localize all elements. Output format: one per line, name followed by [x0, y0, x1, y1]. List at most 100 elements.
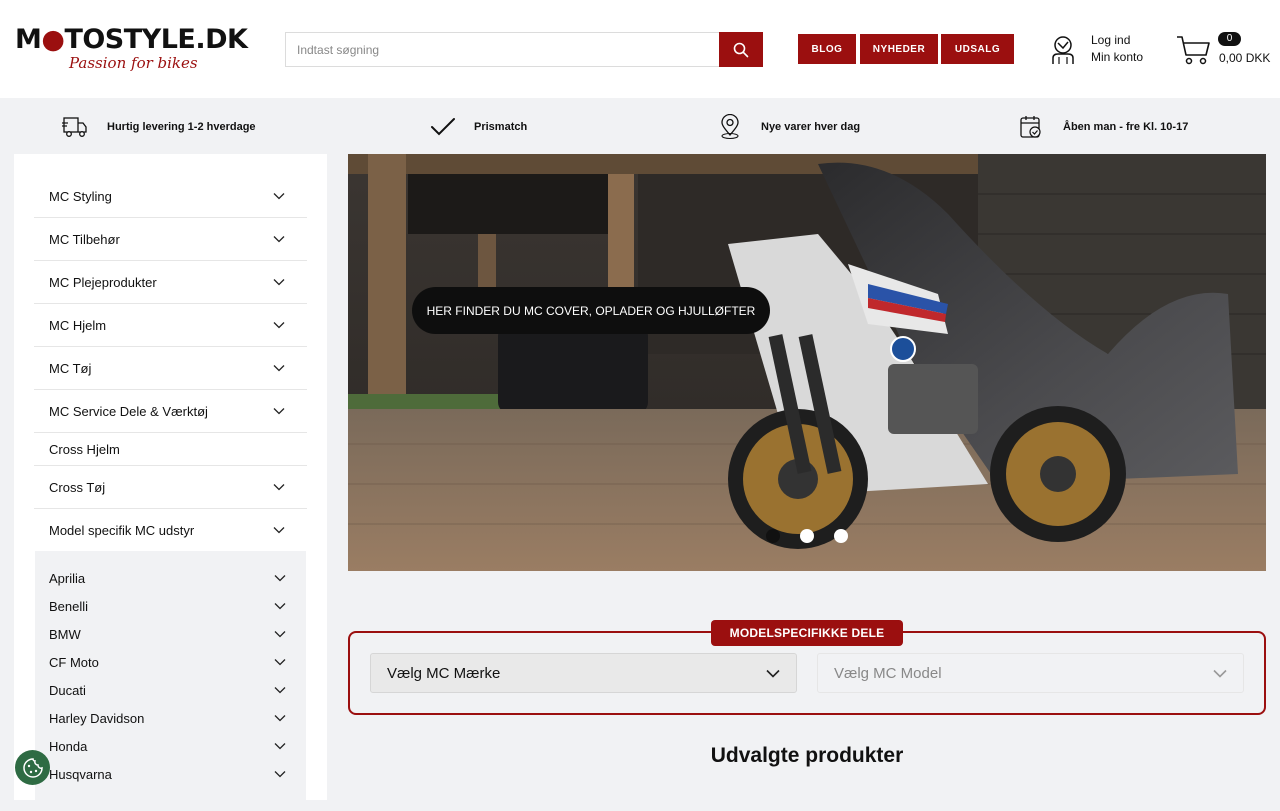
nav-blog-button[interactable]: BLOG	[798, 34, 856, 64]
logo-wordmark: M●TOSTYLE.DK	[15, 24, 248, 55]
brand-label: Benelli	[49, 598, 89, 614]
brand-item-cf-moto[interactable]: CF Moto	[49, 648, 286, 676]
chevron-down-icon[interactable]	[274, 658, 286, 666]
brand-label: Ducati	[49, 682, 86, 698]
chevron-down-icon[interactable]	[274, 714, 286, 722]
hero-banner-image[interactable]	[348, 154, 1266, 571]
category-label: MC Plejeprodukter	[49, 274, 157, 290]
usp-label: Hurtig levering 1-2 hverdage	[107, 121, 256, 133]
cart-link[interactable]: 0 0,00 DKK	[1176, 30, 1272, 70]
model-select-value: Vælg MC Model	[834, 664, 942, 682]
usp-label: Prismatch	[474, 121, 528, 133]
brand-select-value: Vælg MC Mærke	[387, 664, 501, 682]
usp-label: Åben man - fre Kl. 10-17	[1063, 121, 1189, 133]
slider-dot-1[interactable]	[766, 529, 780, 543]
my-account-label: Min konto	[1091, 50, 1144, 64]
cart-icon	[1177, 36, 1210, 65]
brand-item-harley-davidson[interactable]: Harley Davidson	[49, 704, 286, 732]
chevron-down-icon[interactable]	[273, 192, 285, 200]
category-label: MC Service Dele & Værktøj	[49, 403, 208, 419]
category-cross-toj[interactable]: Cross Tøj	[34, 466, 307, 509]
chevron-down-icon[interactable]	[274, 630, 286, 638]
slider-dot-2[interactable]	[800, 529, 814, 543]
model-select[interactable]: Vælg MC Model	[817, 653, 1244, 693]
checkmark-icon	[431, 118, 455, 136]
nav-sale-button[interactable]: UDSALG	[941, 34, 1014, 64]
chevron-down-icon[interactable]	[273, 278, 285, 286]
slider-dot-3[interactable]	[834, 529, 848, 543]
cart-total: 0,00 DKK	[1219, 51, 1271, 65]
account-icon	[1052, 36, 1074, 64]
usp-opening-hours: Åben man - fre Kl. 10-17	[1019, 112, 1188, 142]
calendar-check-icon	[1020, 116, 1041, 138]
motorcycle-cover-photo	[348, 154, 1266, 571]
logo-tagline: Passion for bikes	[69, 54, 198, 72]
search-bar	[285, 32, 763, 67]
brand-label: BMW	[49, 626, 81, 642]
logo-wheel-icon: ●	[41, 24, 65, 55]
category-mc-tilbehor[interactable]: MC Tilbehør	[34, 218, 307, 261]
chevron-down-icon[interactable]	[274, 770, 286, 778]
chevron-down-icon[interactable]	[274, 686, 286, 694]
brand-item-benelli[interactable]: Benelli	[49, 592, 286, 620]
category-label: MC Hjelm	[49, 317, 107, 333]
truck-icon	[62, 117, 87, 137]
brand-select[interactable]: Vælg MC Mærke	[370, 653, 797, 693]
category-label: MC Styling	[49, 188, 112, 204]
brand-label: Honda	[49, 738, 88, 754]
nav-news-button[interactable]: NYHEDER	[860, 34, 938, 64]
search-icon	[733, 42, 749, 57]
usp-label: Nye varer hver dag	[761, 121, 861, 133]
category-label: Model specifik MC udstyr	[49, 522, 195, 538]
chevron-down-icon[interactable]	[273, 407, 285, 415]
hero-cta-button[interactable]: HER FINDER DU MC COVER, OPLADER OG HJULL…	[412, 287, 770, 334]
category-label: Cross Hjelm	[49, 441, 120, 457]
search-input[interactable]	[286, 33, 720, 66]
login-label: Log ind	[1091, 33, 1131, 47]
brand-item-honda[interactable]: Honda	[49, 732, 286, 760]
chevron-down-icon[interactable]	[274, 602, 286, 610]
chevron-down-icon[interactable]	[273, 321, 285, 329]
cookie-settings-button[interactable]	[15, 750, 50, 785]
category-mc-hjelm[interactable]: MC Hjelm	[34, 304, 307, 347]
model-brand-submenu: Aprilia Benelli BMW CF Moto Ducati Harle…	[35, 551, 306, 811]
category-mc-styling[interactable]: MC Styling	[34, 175, 307, 218]
chevron-down-icon	[1213, 669, 1227, 678]
category-mc-service[interactable]: MC Service Dele & Værktøj	[34, 390, 307, 433]
site-logo[interactable]: M●TOSTYLE.DK Passion for bikes	[15, 26, 255, 76]
brand-label: Aprilia	[49, 570, 86, 586]
usp-new-items: Nye varer hver dag	[718, 112, 860, 142]
category-model-specific[interactable]: Model specifik MC udstyr	[34, 509, 307, 551]
chevron-down-icon[interactable]	[274, 742, 286, 750]
brand-label: Harley Davidson	[49, 710, 145, 726]
usp-delivery: Hurtig levering 1-2 hverdage	[62, 112, 256, 142]
chevron-down-icon[interactable]	[273, 483, 285, 491]
search-button[interactable]	[719, 32, 763, 67]
cart-count-badge: 0	[1218, 32, 1241, 46]
featured-products-heading: Udvalgte produkter	[710, 744, 904, 767]
category-mc-plejeprodukter[interactable]: MC Plejeprodukter	[34, 261, 307, 304]
brand-item-aprilia[interactable]: Aprilia	[49, 564, 286, 592]
location-pin-icon	[721, 114, 739, 140]
model-selector-title: MODELSPECIFIKKE DELE	[711, 620, 903, 646]
category-label: MC Tøj	[49, 360, 92, 376]
category-label: MC Tilbehør	[49, 231, 120, 247]
brand-item-husqvarna[interactable]: Husqvarna	[49, 760, 286, 788]
chevron-down-icon[interactable]	[273, 526, 285, 534]
brand-label: Husqvarna	[49, 766, 112, 782]
chevron-down-icon[interactable]	[273, 235, 285, 243]
category-mc-toj[interactable]: MC Tøj	[34, 347, 307, 390]
chevron-down-icon[interactable]	[273, 364, 285, 372]
chevron-down-icon	[766, 669, 780, 678]
category-cross-hjelm[interactable]: Cross Hjelm	[34, 433, 307, 466]
account-link[interactable]: Log ind Min konto	[1050, 32, 1160, 68]
category-sidebar: MC Styling MC Tilbehør MC Plejeprodukter…	[14, 154, 327, 811]
brand-item-bmw[interactable]: BMW	[49, 620, 286, 648]
chevron-down-icon[interactable]	[274, 574, 286, 582]
usp-pricematch: Prismatch	[430, 112, 527, 142]
cookie-icon	[22, 757, 43, 778]
brand-item-ducati[interactable]: Ducati	[49, 676, 286, 704]
brand-label: CF Moto	[49, 654, 99, 670]
category-label: Cross Tøj	[49, 479, 106, 495]
site-header: M●TOSTYLE.DK Passion for bikes BLOG NYHE…	[0, 0, 1280, 98]
